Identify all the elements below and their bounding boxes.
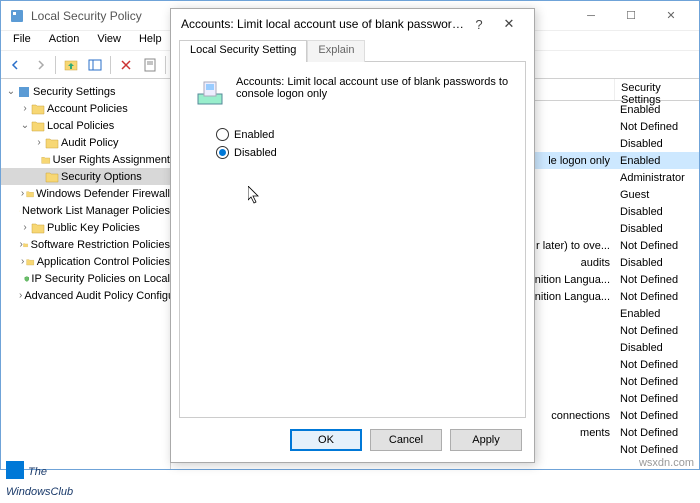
menu-help[interactable]: Help [131, 31, 170, 50]
minimize-button[interactable]: ─ [571, 2, 611, 30]
cancel-button[interactable]: Cancel [370, 429, 442, 451]
dialog-body: Accounts: Limit local account use of bla… [179, 61, 526, 418]
apply-button[interactable]: Apply [450, 429, 522, 451]
radio-enabled-row[interactable]: Enabled [216, 128, 511, 141]
radio-disabled-row[interactable]: Disabled [216, 146, 511, 159]
tree-item[interactable]: ⌄Local Policies [1, 117, 170, 134]
tree-pane[interactable]: ⌄Security Settings›Account Policies⌄Loca… [1, 79, 171, 469]
tree-item[interactable]: ›Audit Policy [1, 134, 170, 151]
column-security-setting[interactable]: Security Settings [614, 79, 699, 100]
radio-enabled[interactable] [216, 128, 229, 141]
tree-item[interactable]: Security Options [1, 168, 170, 185]
delete-button[interactable] [115, 54, 137, 76]
dialog-help-button[interactable]: ? [464, 17, 494, 32]
radio-disabled[interactable] [216, 146, 229, 159]
tree-item[interactable]: ›Advanced Audit Policy Configuration [1, 287, 170, 304]
properties-button[interactable] [139, 54, 161, 76]
ok-button[interactable]: OK [290, 429, 362, 451]
thewindowsclub-watermark: The WindowsClub [6, 459, 73, 499]
menu-action[interactable]: Action [41, 31, 88, 50]
policy-description-text: Accounts: Limit local account use of bla… [236, 76, 511, 108]
close-button[interactable]: ✕ [651, 2, 691, 30]
maximize-button[interactable]: ☐ [611, 2, 651, 30]
dialog-title: Accounts: Limit local account use of bla… [181, 17, 464, 31]
tab-local-security-setting[interactable]: Local Security Setting [179, 40, 307, 62]
tree-item[interactable]: IP Security Policies on Local [1, 270, 170, 287]
dialog-titlebar: Accounts: Limit local account use of bla… [171, 9, 534, 39]
menu-view[interactable]: View [89, 31, 129, 50]
tree-root[interactable]: ⌄Security Settings [1, 83, 170, 100]
menu-file[interactable]: File [5, 31, 39, 50]
properties-dialog: Accounts: Limit local account use of bla… [170, 8, 535, 463]
dialog-tabs: Local Security Setting Explain [171, 39, 534, 61]
tree-item[interactable]: ›Software Restriction Policies [1, 236, 170, 253]
forward-button[interactable] [29, 54, 51, 76]
tree-item[interactable]: ›Public Key Policies [1, 219, 170, 236]
toolbar-separator [55, 56, 56, 74]
tab-explain[interactable]: Explain [307, 40, 365, 62]
tree-item[interactable]: ›Application Control Policies [1, 253, 170, 270]
watermark-square-icon [6, 461, 24, 479]
tree-item[interactable]: Network List Manager Policies [1, 202, 170, 219]
tree-item[interactable]: ›Windows Defender Firewall [1, 185, 170, 202]
tree-item[interactable]: ›Account Policies [1, 100, 170, 117]
dialog-close-button[interactable]: ✕ [494, 16, 524, 32]
toolbar-separator [165, 56, 166, 74]
tree-item[interactable]: User Rights Assignment [1, 151, 170, 168]
wsxdn-watermark: wsxdn.com [639, 457, 694, 469]
dialog-buttons: OK Cancel Apply [171, 418, 534, 462]
radio-enabled-label: Enabled [234, 129, 274, 141]
toolbar-separator [110, 56, 111, 74]
up-button[interactable] [60, 54, 82, 76]
show-hide-tree-button[interactable] [84, 54, 106, 76]
back-button[interactable] [5, 54, 27, 76]
radio-disabled-label: Disabled [234, 147, 277, 159]
app-icon [9, 8, 25, 24]
policy-icon [194, 76, 226, 108]
policy-description-row: Accounts: Limit local account use of bla… [194, 76, 511, 108]
